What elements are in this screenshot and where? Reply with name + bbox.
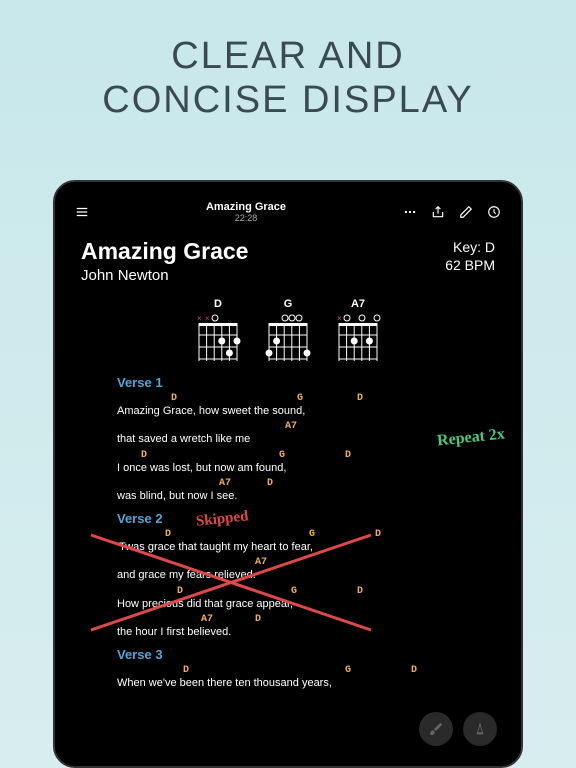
clock-icon[interactable] (487, 205, 501, 219)
chords-row: A7 (117, 558, 475, 568)
menu-icon[interactable] (75, 205, 89, 219)
lyric-row: Amazing Grace, how sweet the sound, (117, 404, 475, 418)
lyric-row: was blind, but now I see. (117, 489, 475, 503)
song-meta: Key: D 62 BPM (445, 238, 495, 274)
chords-row: D G D (117, 587, 475, 597)
chords-row: A7 (117, 422, 475, 432)
headline-line2: CONCISE DISPLAY (20, 79, 556, 123)
metronome-button[interactable] (463, 712, 497, 746)
verse2-title: Verse 2 (117, 511, 475, 526)
chords-row: D G D (117, 666, 475, 676)
lyric-row: How precious did that grace appear, (117, 597, 475, 611)
brush-button[interactable] (419, 712, 453, 746)
chord-d: D ×× (195, 298, 241, 363)
app-bar-title-group: Amazing Grace 22:28 (89, 201, 403, 223)
marketing-headline: CLEAR AND CONCISE DISPLAY (0, 0, 576, 152)
app-bar-title: Amazing Grace (89, 201, 403, 213)
app-bar: Amazing Grace 22:28 (65, 192, 511, 232)
lyric-row: I once was lost, but now am found, (117, 461, 475, 475)
song-bpm: 62 BPM (445, 256, 495, 274)
app-bar-subtitle: 22:28 (89, 213, 403, 223)
lyric-row: that saved a wretch like me (117, 432, 475, 446)
song-content: Amazing Grace John Newton Key: D 62 BPM … (65, 232, 511, 697)
chord-d-label: D (195, 298, 241, 310)
chords-row: A7 D (117, 615, 475, 625)
chord-a7-label: A7 (335, 298, 381, 310)
chords-row: D G D (117, 451, 475, 461)
share-icon[interactable] (431, 205, 445, 219)
svg-text:×: × (337, 314, 342, 323)
song-author: John Newton (81, 267, 248, 284)
chord-diagrams: D ×× G (81, 298, 495, 363)
lyrics-body[interactable]: Verse 1 D G D Amazing Grace, how sweet t… (81, 375, 495, 691)
chords-row: D G D (117, 530, 475, 540)
chord-g: G (265, 298, 311, 363)
chord-g-label: G (265, 298, 311, 310)
headline-line1: CLEAR AND (20, 35, 556, 79)
lyric-row: and grace my fears relieved. (117, 568, 475, 582)
tablet-device-frame: Amazing Grace 22:28 (53, 180, 523, 768)
more-icon[interactable] (403, 205, 417, 219)
verse1-title: Verse 1 (117, 375, 475, 390)
chord-a7: A7 × (335, 298, 381, 363)
lyric-row: 'Twas grace that taught my heart to fear… (117, 540, 475, 554)
song-key: Key: D (445, 238, 495, 256)
chords-row: D G D (117, 394, 475, 404)
edit-icon[interactable] (459, 205, 473, 219)
lyric-row: When we've been there ten thousand years… (117, 676, 475, 690)
song-title: Amazing Grace (81, 238, 248, 265)
svg-text:×: × (205, 314, 210, 323)
lyric-row: the hour I first believed. (117, 625, 475, 639)
svg-text:×: × (197, 314, 202, 323)
chords-row: A7 D (117, 479, 475, 489)
tablet-screen: Amazing Grace 22:28 (65, 192, 511, 756)
verse3-title: Verse 3 (117, 647, 475, 662)
